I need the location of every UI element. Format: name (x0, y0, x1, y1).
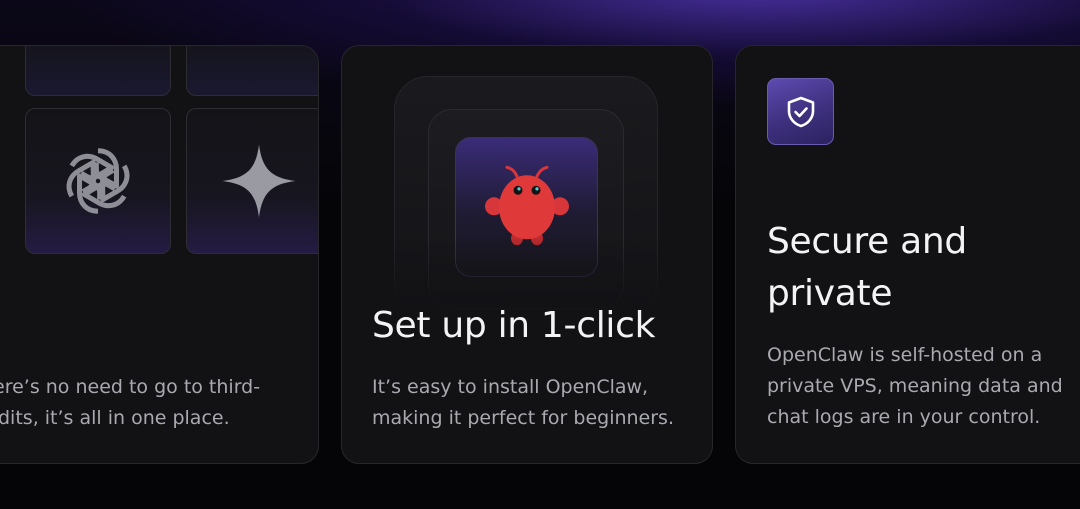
shield-badge (767, 78, 834, 145)
openai-icon-tile (25, 108, 171, 254)
card-description: ere’s no need to go to third- dits, it’s… (0, 372, 318, 434)
feature-card-all-in-one: ere’s no need to go to third- dits, it’s… (0, 45, 319, 464)
icon-tile (25, 46, 171, 96)
feature-card-setup: Set up in 1-click It’s easy to install O… (341, 45, 713, 464)
features-section: ere’s no need to go to third- dits, it’s… (0, 0, 1080, 509)
card-title: Secure and private (767, 216, 1080, 320)
sparkle-icon (222, 144, 296, 218)
description-line: ere’s no need to go to third- (0, 376, 261, 398)
openai-icon (56, 139, 140, 223)
card-description: OpenClaw is self-hosted on a private VPS… (767, 344, 1063, 428)
feature-card-secure: Secure and private OpenClaw is self-host… (735, 45, 1080, 464)
sparkle-icon-tile (186, 108, 318, 254)
description-line: dits, it’s all in one place. (0, 407, 230, 429)
card-title: Set up in 1-click (372, 305, 656, 346)
title-line: Secure and (767, 221, 967, 262)
icon-tile (186, 46, 318, 96)
card-description: It’s easy to install OpenClaw, making it… (372, 376, 674, 429)
shield-check-icon (787, 96, 814, 127)
title-line: private (767, 273, 893, 314)
